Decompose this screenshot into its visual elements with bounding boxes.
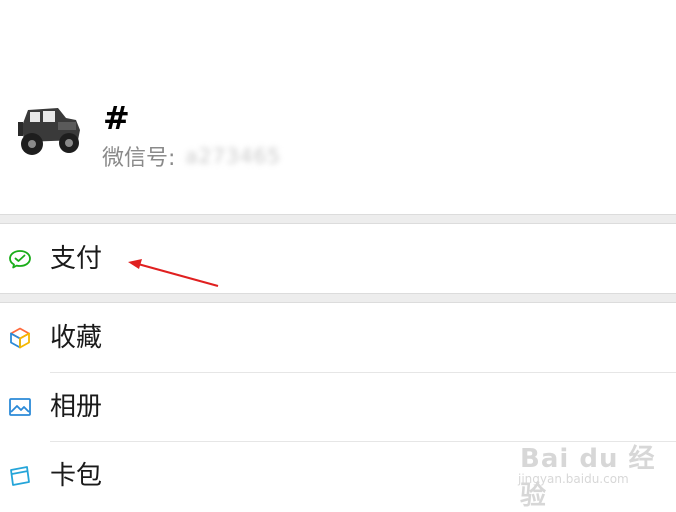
profile-header[interactable]: # 微信号: a273465 xyxy=(0,0,676,214)
wechat-id-label: 微信号: xyxy=(102,146,176,171)
profile-name: # xyxy=(103,99,130,137)
menu-item-favorites[interactable]: 收藏 xyxy=(0,304,676,372)
menu-item-label: 支付 xyxy=(50,244,103,274)
menu-item-label: 卡包 xyxy=(50,461,103,491)
watermark-sub: jingyan.baidu.com xyxy=(518,472,629,486)
section-gap xyxy=(0,214,676,224)
menu-item-pay[interactable]: 支付 xyxy=(0,225,676,293)
menu-item-label: 收藏 xyxy=(50,323,103,353)
cube-icon xyxy=(10,327,30,349)
wallet-check-icon xyxy=(9,250,31,269)
wechat-id-row: 微信号: a273465 xyxy=(102,140,281,172)
card-icon xyxy=(10,466,30,486)
baidu-watermark: Bai du 经验 jingyan.baidu.com xyxy=(514,430,664,511)
wechat-id-value: a273465 xyxy=(185,144,282,168)
menu-item-label: 相册 xyxy=(50,392,103,422)
photo-icon xyxy=(9,398,31,416)
section-gap xyxy=(0,293,676,303)
avatar[interactable] xyxy=(14,96,86,164)
